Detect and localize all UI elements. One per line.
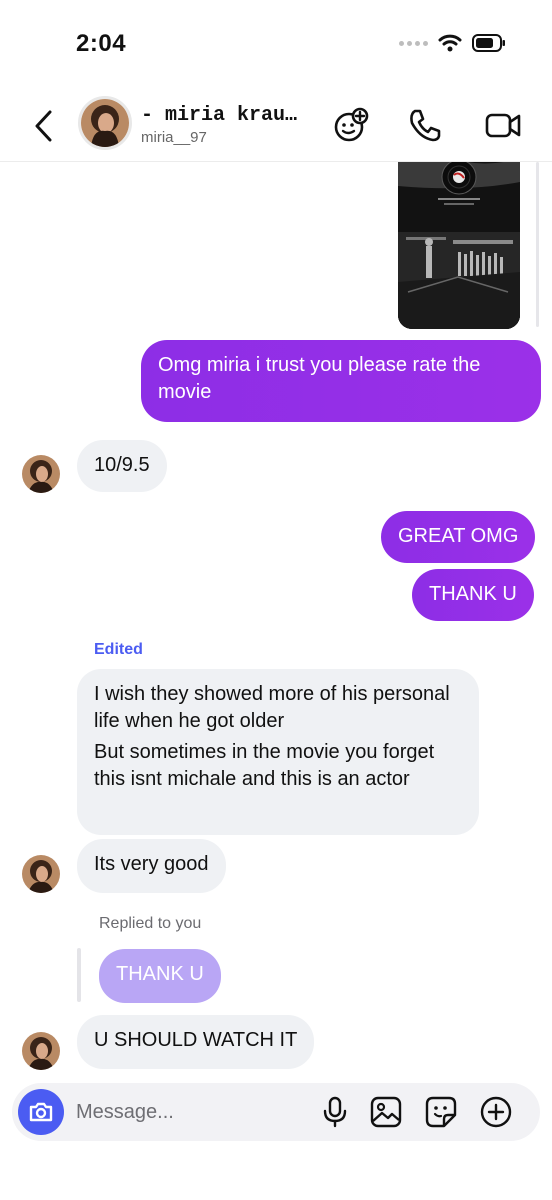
- status-icons: [399, 34, 506, 52]
- message-bubble-incoming[interactable]: I wish they showed more of his personal …: [77, 669, 479, 835]
- message-text: Omg miria i trust you please rate the mo…: [158, 354, 481, 403]
- reply-indicator: [77, 948, 81, 1002]
- contact-username[interactable]: miria__97: [141, 129, 207, 146]
- wifi-icon: [438, 34, 462, 52]
- effects-icon[interactable]: [332, 106, 370, 144]
- message-text: But sometimes in the movie you forget th…: [94, 741, 435, 790]
- vinyl-record-icon: [441, 162, 477, 195]
- avatar[interactable]: [22, 1032, 60, 1070]
- message-text: THANK U: [429, 583, 517, 605]
- camera-button[interactable]: [18, 1089, 64, 1135]
- reel-thumbnail: [398, 162, 520, 329]
- battery-icon: [472, 34, 505, 52]
- message-bubble-outgoing[interactable]: GREAT OMG: [381, 511, 536, 563]
- message-bubble-outgoing[interactable]: Omg miria i trust you please rate the mo…: [141, 340, 541, 422]
- message-bubble-incoming[interactable]: Its very good: [77, 839, 226, 893]
- avatar[interactable]: [78, 96, 132, 150]
- message-text: 10/9.5: [94, 454, 150, 476]
- replied-label: Replied to you: [99, 915, 202, 932]
- quoted-text: THANK U: [116, 963, 204, 985]
- status-bar: 2:04: [0, 0, 552, 92]
- status-time: 2:04: [76, 30, 127, 57]
- contact-name[interactable]: - miria kraus...: [141, 104, 301, 127]
- message-bubble-incoming[interactable]: 10/9.5: [77, 440, 167, 492]
- shared-reel[interactable]: [398, 162, 520, 329]
- message-text: U SHOULD WATCH IT: [94, 1029, 298, 1051]
- back-icon[interactable]: [30, 108, 58, 144]
- avatar[interactable]: [22, 455, 60, 493]
- plus-icon[interactable]: [479, 1095, 513, 1129]
- message-text: Its very good: [94, 853, 209, 875]
- microphone-icon[interactable]: [318, 1095, 352, 1129]
- avatar[interactable]: [22, 855, 60, 893]
- message-text: GREAT OMG: [398, 525, 519, 547]
- quoted-message[interactable]: THANK U: [99, 949, 221, 1003]
- video-icon[interactable]: [484, 106, 522, 144]
- message-bubble-outgoing[interactable]: THANK U: [412, 569, 534, 621]
- gallery-icon[interactable]: [369, 1095, 403, 1129]
- scrollbar[interactable]: [536, 162, 539, 327]
- message-composer: [12, 1083, 540, 1141]
- sticker-icon[interactable]: [424, 1095, 458, 1129]
- signal-icon: [399, 40, 428, 46]
- message-bubble-incoming[interactable]: U SHOULD WATCH IT: [77, 1015, 315, 1069]
- message-input[interactable]: [76, 1095, 306, 1129]
- message-text: I wish they showed more of his personal …: [94, 683, 450, 732]
- camera-icon: [29, 1102, 53, 1122]
- edited-label: Edited: [94, 641, 143, 658]
- chat-thread[interactable]: Omg miria i trust you please rate the mo…: [0, 162, 552, 1080]
- phone-icon[interactable]: [406, 106, 444, 144]
- chat-header: - miria kraus... miria__97: [0, 92, 552, 162]
